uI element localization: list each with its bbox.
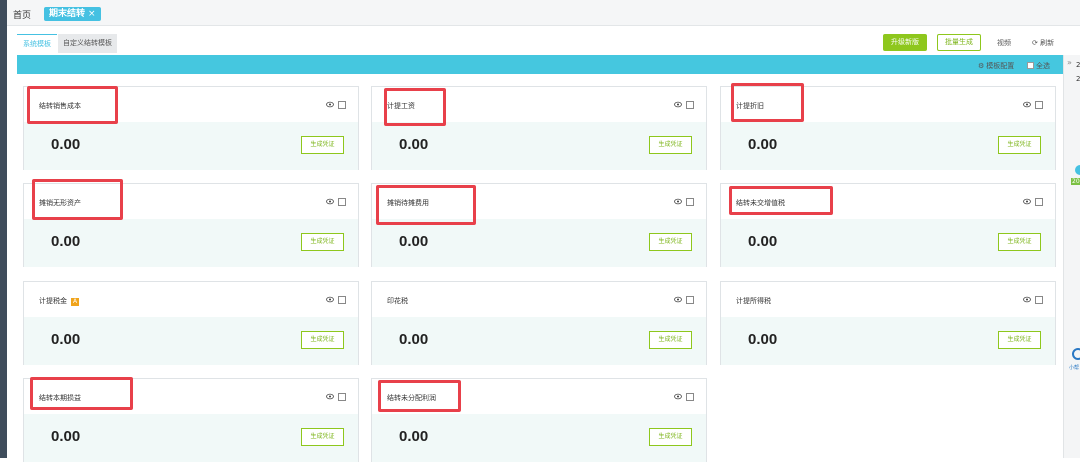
generate-voucher-button[interactable]: 生成凭证 <box>649 428 692 446</box>
eye-icon[interactable] <box>674 101 682 108</box>
close-icon[interactable]: × <box>88 9 96 19</box>
card-unpaid-vat: 结转未交增值税 0.00 生成凭证 <box>720 183 1056 267</box>
card-title: 摊销待摊费用 <box>387 199 429 207</box>
card-accrue-taxes: 计提税金 A 0.00 生成凭证 <box>23 281 359 365</box>
generate-voucher-button[interactable]: 生成凭证 <box>301 428 344 446</box>
status-dot <box>1075 165 1080 175</box>
card-amount: 0.00 <box>748 136 778 153</box>
app-window: 首页 期末结转 × 系统模板 自定义结转模板 升级新版 批量生成 视频 ⟳ 刷新 … <box>0 0 1080 462</box>
generate-voucher-button[interactable]: 生成凭证 <box>998 233 1041 251</box>
template-config-label: 模板配置 <box>986 62 1015 70</box>
right-panel-text-1: 2 <box>1076 61 1080 69</box>
refresh-button[interactable]: ⟳ 刷新 <box>1032 38 1054 48</box>
card-checkbox[interactable] <box>686 101 694 109</box>
generate-voucher-button[interactable]: 生成凭证 <box>649 233 692 251</box>
card-title: 结转销售成本 <box>39 102 81 110</box>
refresh-label: 刷新 <box>1040 39 1055 47</box>
subtab-custom-template[interactable]: 自定义结转模板 <box>58 34 117 53</box>
card-amount: 0.00 <box>399 136 429 153</box>
select-all-label: 全选 <box>1036 62 1050 70</box>
card-checkbox[interactable] <box>1035 101 1043 109</box>
tab-period-end[interactable]: 期末结转 × <box>44 7 101 21</box>
refresh-icon: ⟳ <box>1032 39 1038 47</box>
generate-voucher-button[interactable]: 生成凭证 <box>998 331 1041 349</box>
card-title: 印花税 <box>387 297 408 305</box>
card-amortize-prepaid: 摊销待摊费用 0.00 生成凭证 <box>371 183 707 267</box>
tab-home[interactable]: 首页 <box>13 8 31 21</box>
card-amount: 0.00 <box>51 233 81 250</box>
card-checkbox[interactable] <box>338 198 346 206</box>
generate-voucher-button[interactable]: 生成凭证 <box>649 331 692 349</box>
card-title: 结转本期损益 <box>39 394 81 402</box>
card-amount: 0.00 <box>51 331 81 348</box>
eye-icon[interactable] <box>1023 101 1031 108</box>
generate-voucher-button[interactable]: 生成凭证 <box>301 136 344 154</box>
tab-bar: 首页 期末结转 × <box>7 0 1080 26</box>
card-title: 计提工资 <box>387 102 415 110</box>
card-period-profit-loss: 结转本期损益 0.00 生成凭证 <box>23 378 359 462</box>
card-title: 计提所得税 <box>736 297 771 305</box>
eye-icon[interactable] <box>326 296 334 303</box>
card-checkbox[interactable] <box>686 198 694 206</box>
card-checkbox[interactable] <box>686 393 694 401</box>
card-title: 结转未交增值税 <box>736 199 785 207</box>
card-checkbox[interactable] <box>1035 198 1043 206</box>
assistant-label: 小帮 <box>1069 365 1080 371</box>
eye-icon[interactable] <box>326 101 334 108</box>
card-depreciation: 计提折旧 0.00 生成凭证 <box>720 86 1056 170</box>
card-stamp-duty: 印花税 0.00 生成凭证 <box>371 281 707 365</box>
card-title: 摊销无形资产 <box>39 199 81 207</box>
select-all-checkbox[interactable] <box>1027 62 1034 69</box>
eye-icon[interactable] <box>326 393 334 400</box>
gear-icon: ⚙ <box>978 62 985 70</box>
generate-voucher-button[interactable]: 生成凭证 <box>301 233 344 251</box>
card-amount: 0.00 <box>51 428 81 445</box>
template-config-button[interactable]: ⚙ 模板配置 <box>978 61 1014 71</box>
eye-icon[interactable] <box>1023 296 1031 303</box>
card-amount: 0.00 <box>399 428 429 445</box>
subtab-system-template[interactable]: 系统模板 <box>17 34 57 53</box>
card-checkbox[interactable] <box>338 101 346 109</box>
card-accrue-salary: 计提工资 0.00 生成凭证 <box>371 86 707 170</box>
generate-voucher-button[interactable]: 生成凭证 <box>998 136 1041 154</box>
eye-icon[interactable] <box>326 198 334 205</box>
assistant-icon[interactable] <box>1072 348 1080 360</box>
card-income-tax: 计提所得税 0.00 生成凭证 <box>720 281 1056 365</box>
eye-icon[interactable] <box>674 296 682 303</box>
upgrade-button[interactable]: 升级新版 <box>883 34 927 51</box>
warning-badge: A <box>71 298 79 306</box>
card-undistributed-profit: 结转未分配利润 0.00 生成凭证 <box>371 378 707 462</box>
card-title: 计提税金 A <box>39 296 79 306</box>
eye-icon[interactable] <box>674 393 682 400</box>
select-all[interactable]: 全选 <box>1027 61 1050 71</box>
header-bar <box>17 55 1063 74</box>
eye-icon[interactable] <box>1023 198 1031 205</box>
right-panel-badge: 2020 <box>1071 178 1080 185</box>
card-checkbox[interactable] <box>338 393 346 401</box>
card-amount: 0.00 <box>399 331 429 348</box>
expand-icon[interactable]: » <box>1067 58 1072 67</box>
eye-icon[interactable] <box>674 198 682 205</box>
card-checkbox[interactable] <box>338 296 346 304</box>
right-panel: » 2 2 2020 小帮 <box>1063 55 1080 458</box>
tab-period-end-label: 期末结转 <box>49 9 86 19</box>
card-title-text: 计提税金 <box>39 297 67 305</box>
card-checkbox[interactable] <box>686 296 694 304</box>
right-panel-text-2: 2 <box>1076 75 1080 83</box>
generate-all-button[interactable]: 批量生成 <box>937 34 981 51</box>
card-checkbox[interactable] <box>1035 296 1043 304</box>
card-amount: 0.00 <box>399 233 429 250</box>
generate-voucher-button[interactable]: 生成凭证 <box>649 136 692 154</box>
card-cost-of-sales: 结转销售成本 0.00 生成凭证 <box>23 86 359 170</box>
card-amount: 0.00 <box>748 233 778 250</box>
generate-voucher-button[interactable]: 生成凭证 <box>301 331 344 349</box>
card-amount: 0.00 <box>51 136 81 153</box>
card-amortize-intangible: 摊销无形资产 0.00 生成凭证 <box>23 183 359 267</box>
video-link[interactable]: 视频 <box>997 38 1011 48</box>
card-title: 计提折旧 <box>736 102 764 110</box>
card-title: 结转未分配利润 <box>387 394 436 402</box>
left-sidebar-edge <box>0 0 7 458</box>
card-amount: 0.00 <box>748 331 778 348</box>
